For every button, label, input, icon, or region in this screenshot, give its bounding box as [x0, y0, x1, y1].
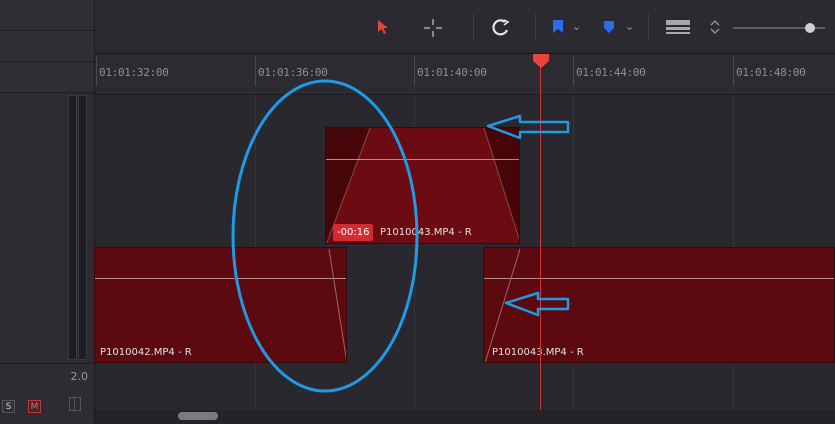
- track-header-row: [0, 62, 94, 93]
- offset-badge: -00:16: [333, 224, 374, 241]
- marker-icon[interactable]: [603, 20, 615, 34]
- solo-button[interactable]: S: [2, 400, 15, 413]
- fade-out-curve: [328, 248, 346, 360]
- toolbar-divider: [648, 14, 649, 40]
- crosshair-icon[interactable]: [422, 17, 444, 39]
- audio-meter-left: [68, 95, 77, 360]
- ruler-timecode: 01:01:32:00: [99, 66, 169, 79]
- fade-in-curve: [484, 248, 521, 362]
- volume-readout: 2.0: [70, 370, 89, 383]
- snapping-icon[interactable]: [491, 18, 511, 38]
- ruler-timecode: 01:01:48:00: [736, 66, 806, 79]
- ruler-tick: [414, 56, 415, 86]
- ruler-timecode: 01:01:36:00: [258, 66, 328, 79]
- ruler-tick: [573, 56, 574, 86]
- meter-icon[interactable]: [69, 397, 81, 411]
- mute-button[interactable]: M: [28, 400, 41, 413]
- pointer-icon[interactable]: [377, 19, 389, 35]
- ruler-tick: [255, 56, 256, 86]
- clip-view-icon[interactable]: [665, 19, 691, 35]
- audio-clip-p1010043[interactable]: P1010043.MP4 - R: [483, 247, 835, 363]
- clip-volume-line[interactable]: [326, 159, 519, 160]
- chevron-down-icon[interactable]: ⌄: [572, 20, 581, 33]
- timeline-toolbar: ⌄ ⌄: [95, 0, 835, 54]
- ruler-tick: [96, 56, 97, 86]
- audio-clip-p1010042[interactable]: P1010042.MP4 - R: [94, 247, 347, 363]
- clip-name: P1010043.MP4 - R: [380, 227, 472, 238]
- track-header-row: [0, 31, 94, 62]
- audio-meter-right: [78, 95, 87, 360]
- zoom-updown-icon[interactable]: [710, 18, 720, 36]
- scrollbar-thumb[interactable]: [178, 412, 218, 420]
- chevron-down-icon[interactable]: ⌄: [625, 20, 634, 33]
- playhead-line[interactable]: [540, 60, 541, 410]
- zoom-slider-handle[interactable]: [805, 23, 815, 33]
- toolbar-divider: [473, 14, 474, 40]
- ruler-timecode: 01:01:40:00: [417, 66, 487, 79]
- flag-icon[interactable]: [552, 19, 564, 35]
- track-header-row: [0, 0, 94, 31]
- ruler-timecode: 01:01:44:00: [576, 66, 646, 79]
- toolbar-divider: [535, 14, 536, 40]
- ruler-tick: [733, 56, 734, 86]
- clip-name: P1010042.MP4 - R: [100, 347, 192, 358]
- playhead-handle-icon[interactable]: [532, 53, 550, 69]
- track-header-panel: 2.0 S M: [0, 0, 95, 424]
- clip-name: P1010043.MP4 - R: [492, 347, 584, 358]
